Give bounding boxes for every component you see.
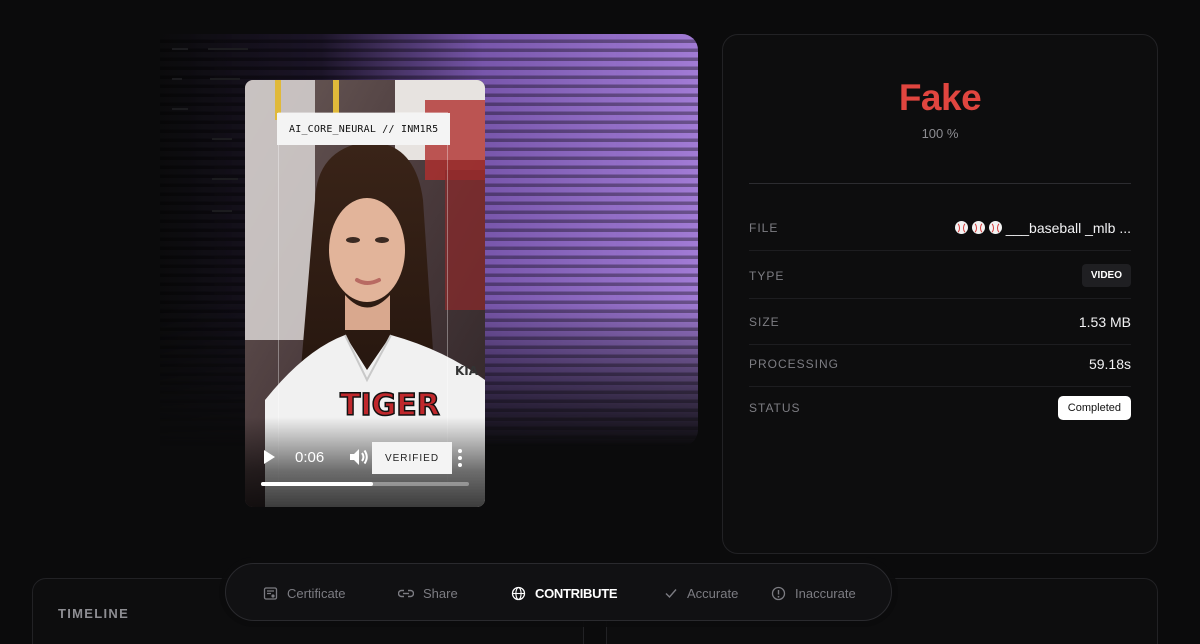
detail-row-size: SIZE 1.53 MB — [749, 299, 1131, 345]
baseball-icon — [988, 221, 1002, 234]
scan-dash — [212, 138, 232, 140]
video-progress-bar[interactable] — [261, 482, 469, 486]
file-label: FILE — [749, 220, 779, 235]
verified-tag: VERIFIED — [372, 442, 452, 474]
alert-circle-icon — [771, 586, 786, 600]
current-time: 0:06 — [295, 449, 325, 466]
verdict-label: Fake — [898, 77, 982, 118]
baseball-icon — [971, 221, 985, 234]
share-label: Share — [423, 585, 458, 601]
baseball-icon — [954, 221, 968, 234]
share-button[interactable]: Share — [398, 564, 458, 622]
divider — [749, 183, 1131, 184]
play-icon — [264, 450, 275, 464]
detail-row-file: FILE ___baseball _mlb ... — [749, 205, 1131, 251]
accurate-button[interactable]: Accurate — [664, 564, 738, 622]
confidence-score: 100 % — [921, 126, 959, 141]
file-value-group: ___baseball _mlb ... — [954, 219, 1131, 236]
detail-row-type: TYPE VIDEO — [749, 253, 1131, 299]
svg-text:KIA: KIA — [455, 364, 479, 378]
more-options-button[interactable] — [453, 446, 467, 470]
type-label: TYPE — [749, 268, 785, 283]
scan-dash — [210, 78, 240, 80]
size-label: SIZE — [749, 314, 780, 329]
volume-button[interactable] — [348, 446, 372, 470]
model-tag: AI_CORE_NEURAL // INM1R5 — [277, 113, 451, 145]
result-panel: Fake 100 % FILE ___baseball _mlb ... TYP… — [722, 34, 1158, 554]
contribute-button[interactable]: CONTRIBUTE — [511, 564, 618, 622]
scan-dash — [212, 178, 238, 180]
contribute-label: CONTRIBUTE — [535, 585, 618, 601]
inaccurate-button[interactable]: Inaccurate — [771, 564, 856, 622]
status-label: STATUS — [749, 401, 801, 415]
more-vertical-icon — [458, 449, 462, 467]
globe-icon — [511, 586, 526, 600]
action-bar: Certificate Share CONTRIBUTE Accurate In… — [225, 563, 892, 621]
share-icon — [398, 589, 414, 597]
size-value: 1.53 MB — [1078, 313, 1131, 330]
inaccurate-label: Inaccurate — [795, 585, 856, 601]
certificate-label: Certificate — [287, 585, 346, 601]
detail-row-processing: PROCESSING 59.18s — [749, 341, 1131, 387]
file-name: ___baseball _mlb ... — [1005, 219, 1131, 236]
scan-dash — [212, 210, 232, 212]
scan-dash — [172, 108, 188, 110]
certificate-icon — [263, 586, 278, 600]
processing-value: 59.18s — [1088, 355, 1131, 372]
type-badge: VIDEO — [1081, 264, 1131, 287]
detail-row-status: STATUS Completed — [749, 385, 1131, 431]
video-player[interactable]: TIGER KIA AI_CORE_NEURAL // INM1R5 0:06 … — [245, 80, 485, 507]
status-badge: Completed — [1057, 396, 1131, 420]
volume-icon — [350, 449, 368, 465]
timeline-title: TIMELINE — [58, 606, 130, 621]
video-progress-fill — [261, 482, 374, 486]
play-button[interactable] — [254, 442, 284, 472]
scan-dash — [172, 78, 182, 80]
certificate-button[interactable]: Certificate — [263, 564, 346, 622]
scan-dash — [172, 48, 188, 50]
processing-label: PROCESSING — [749, 356, 840, 371]
accurate-label: Accurate — [687, 585, 739, 601]
scan-dash — [208, 48, 248, 50]
check-icon — [665, 589, 677, 599]
